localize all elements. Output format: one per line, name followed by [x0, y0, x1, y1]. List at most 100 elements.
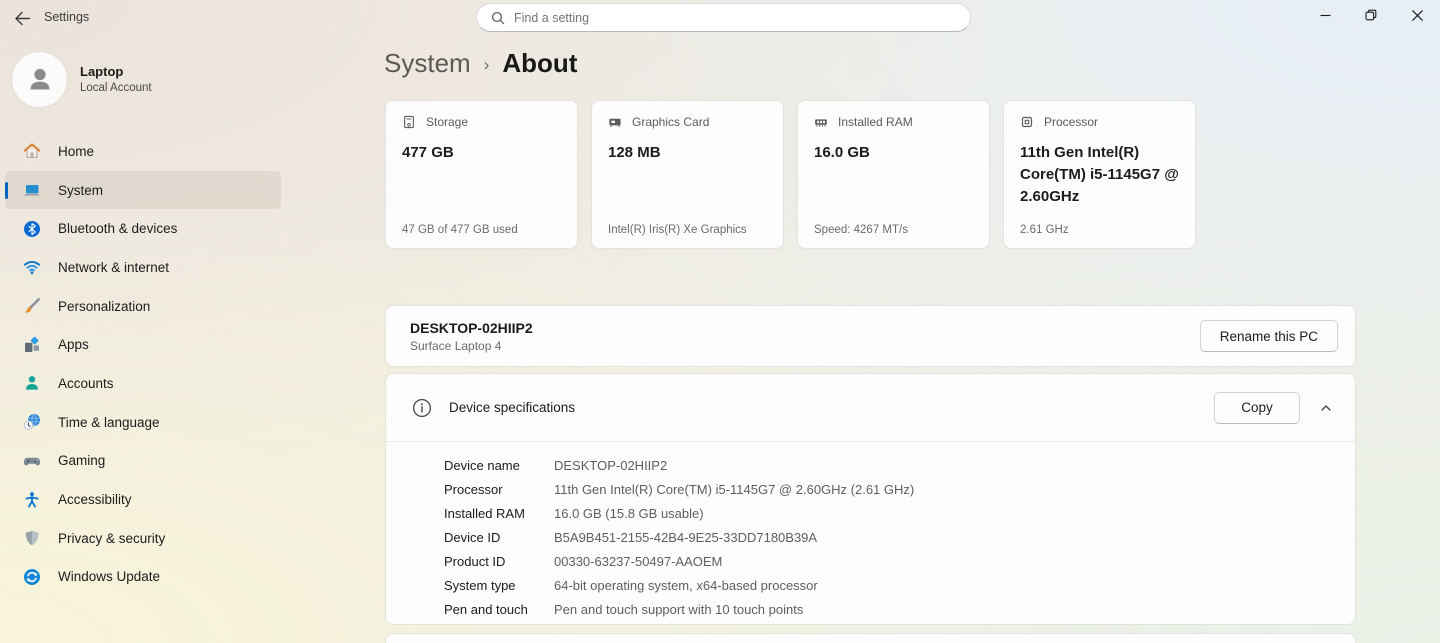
minimize-button[interactable]	[1302, 0, 1348, 30]
sidebar-item-system[interactable]: System	[5, 171, 281, 210]
network-wifi-icon	[23, 258, 41, 276]
spec-label: Device ID	[444, 526, 554, 550]
spec-label: System type	[444, 574, 554, 598]
card-value: 16.0 GB	[814, 142, 973, 164]
spec-value: B5A9B451-2155-42B4-9E25-33DD7180B39A	[554, 526, 817, 550]
card-caption: 2.61 GHz	[1020, 224, 1185, 236]
personalization-brush-icon	[23, 297, 41, 315]
breadcrumb: System › About	[384, 48, 577, 79]
sidebar-nav: Home System Bluetooth & devices Network …	[5, 132, 281, 596]
spec-value: Pen and touch support with 10 touch poin…	[554, 598, 803, 622]
sidebar-item-gaming[interactable]: Gaming	[5, 442, 281, 481]
next-section-card-partial	[385, 633, 1356, 643]
accessibility-icon	[23, 491, 41, 509]
chevron-up-icon	[1319, 401, 1333, 415]
spec-label: Pen and touch	[444, 598, 554, 622]
card-value: 477 GB	[402, 142, 561, 164]
card-value: 11th Gen Intel(R) Core(TM) i5-1145G7 @ 2…	[1020, 142, 1179, 207]
spec-label: Product ID	[444, 550, 554, 574]
device-specifications-table: Device name DESKTOP-02HIIP2 Processor 11…	[386, 442, 1355, 622]
overview-cards: Storage 477 GB 47 GB of 477 GB used Grap…	[385, 100, 1196, 249]
user-profile[interactable]: Laptop Local Account	[12, 50, 312, 108]
sidebar-item-privacy-security[interactable]: Privacy & security	[5, 519, 281, 558]
user-name: Laptop	[80, 64, 152, 79]
collapse-expander-button[interactable]	[1310, 392, 1342, 424]
card-value: 128 MB	[608, 142, 767, 164]
window-controls	[1302, 0, 1440, 30]
back-button[interactable]	[8, 6, 36, 30]
spec-value: DESKTOP-02HIIP2	[554, 454, 667, 478]
spec-label: Device name	[444, 454, 554, 478]
gaming-gamepad-icon	[23, 452, 41, 470]
bluetooth-icon	[23, 220, 41, 238]
sidebar-item-label: Network & internet	[58, 260, 169, 275]
graphics-card-card: Graphics Card 128 MB Intel(R) Iris(R) Xe…	[591, 100, 784, 249]
sidebar-item-apps[interactable]: Apps	[5, 325, 281, 364]
close-button[interactable]	[1394, 0, 1440, 30]
graphics-card-icon	[608, 115, 622, 129]
card-title: Storage	[426, 115, 468, 129]
storage-icon	[402, 115, 416, 129]
card-caption: Intel(R) Iris(R) Xe Graphics	[608, 224, 773, 236]
system-icon	[23, 181, 41, 199]
sidebar-item-home[interactable]: Home	[5, 132, 281, 171]
sidebar-item-label: Accounts	[58, 376, 114, 391]
sidebar-item-label: Home	[58, 144, 94, 159]
copy-button[interactable]: Copy	[1214, 392, 1300, 424]
spec-row-product-id: Product ID 00330-63237-50497-AAOEM	[444, 550, 1355, 574]
installed-ram-card: Installed RAM 16.0 GB Speed: 4267 MT/s	[797, 100, 990, 249]
windows-update-icon	[23, 568, 41, 586]
sidebar-item-personalization[interactable]: Personalization	[5, 287, 281, 326]
spec-value: 11th Gen Intel(R) Core(TM) i5-1145G7 @ 2…	[554, 478, 914, 502]
minimize-icon	[1320, 10, 1331, 21]
pc-model: Surface Laptop 4	[410, 339, 533, 353]
sidebar-item-bluetooth-devices[interactable]: Bluetooth & devices	[5, 209, 281, 248]
search-icon	[491, 11, 505, 25]
device-specifications-header[interactable]: Device specifications Copy	[386, 374, 1355, 442]
sidebar-item-label: Windows Update	[58, 569, 160, 584]
back-arrow-icon	[14, 11, 31, 26]
sidebar-item-windows-update[interactable]: Windows Update	[5, 558, 281, 597]
chevron-right-icon: ›	[484, 55, 490, 75]
spec-row-processor: Processor 11th Gen Intel(R) Core(TM) i5-…	[444, 478, 1355, 502]
storage-card: Storage 477 GB 47 GB of 477 GB used	[385, 100, 578, 249]
person-icon	[25, 64, 55, 94]
search-input[interactable]	[514, 11, 956, 25]
close-icon	[1412, 10, 1423, 21]
app-title: Settings	[44, 10, 89, 24]
selected-accent-bar	[5, 182, 8, 199]
spec-row-device-id: Device ID B5A9B451-2155-42B4-9E25-33DD71…	[444, 526, 1355, 550]
sidebar-item-accessibility[interactable]: Accessibility	[5, 480, 281, 519]
breadcrumb-system-link[interactable]: System	[384, 48, 471, 79]
info-icon	[412, 398, 432, 418]
spec-row-installed-ram: Installed RAM 16.0 GB (15.8 GB usable)	[444, 502, 1355, 526]
sidebar-item-label: Bluetooth & devices	[58, 221, 177, 236]
search-box[interactable]	[476, 3, 971, 32]
time-language-icon	[23, 413, 41, 431]
pc-name: DESKTOP-02HIIP2	[410, 320, 533, 336]
restore-button[interactable]	[1348, 0, 1394, 30]
sidebar-item-accounts[interactable]: Accounts	[5, 364, 281, 403]
sidebar-item-time-language[interactable]: Time & language	[5, 403, 281, 442]
home-icon	[23, 142, 41, 160]
pc-name-card: DESKTOP-02HIIP2 Surface Laptop 4 Rename …	[385, 305, 1356, 367]
sidebar-item-label: Gaming	[58, 453, 105, 468]
card-title: Processor	[1044, 115, 1098, 129]
page-title: About	[502, 48, 577, 79]
spec-value: 16.0 GB (15.8 GB usable)	[554, 502, 704, 526]
sidebar-item-network-internet[interactable]: Network & internet	[5, 248, 281, 287]
spec-value: 00330-63237-50497-AAOEM	[554, 550, 722, 574]
spec-row-system-type: System type 64-bit operating system, x64…	[444, 574, 1355, 598]
sidebar-item-label: Time & language	[58, 415, 160, 430]
sidebar-item-label: Accessibility	[58, 492, 132, 507]
processor-card: Processor 11th Gen Intel(R) Core(TM) i5-…	[1003, 100, 1196, 249]
spec-row-device-name: Device name DESKTOP-02HIIP2	[444, 454, 1355, 478]
rename-pc-button[interactable]: Rename this PC	[1200, 320, 1338, 352]
sidebar-item-label: Privacy & security	[58, 531, 165, 546]
card-caption: 47 GB of 477 GB used	[402, 224, 567, 236]
spec-value: 64-bit operating system, x64-based proce…	[554, 574, 818, 598]
apps-icon	[23, 336, 41, 354]
user-account-type: Local Account	[80, 82, 152, 94]
avatar	[12, 52, 67, 107]
accounts-icon	[23, 374, 41, 392]
